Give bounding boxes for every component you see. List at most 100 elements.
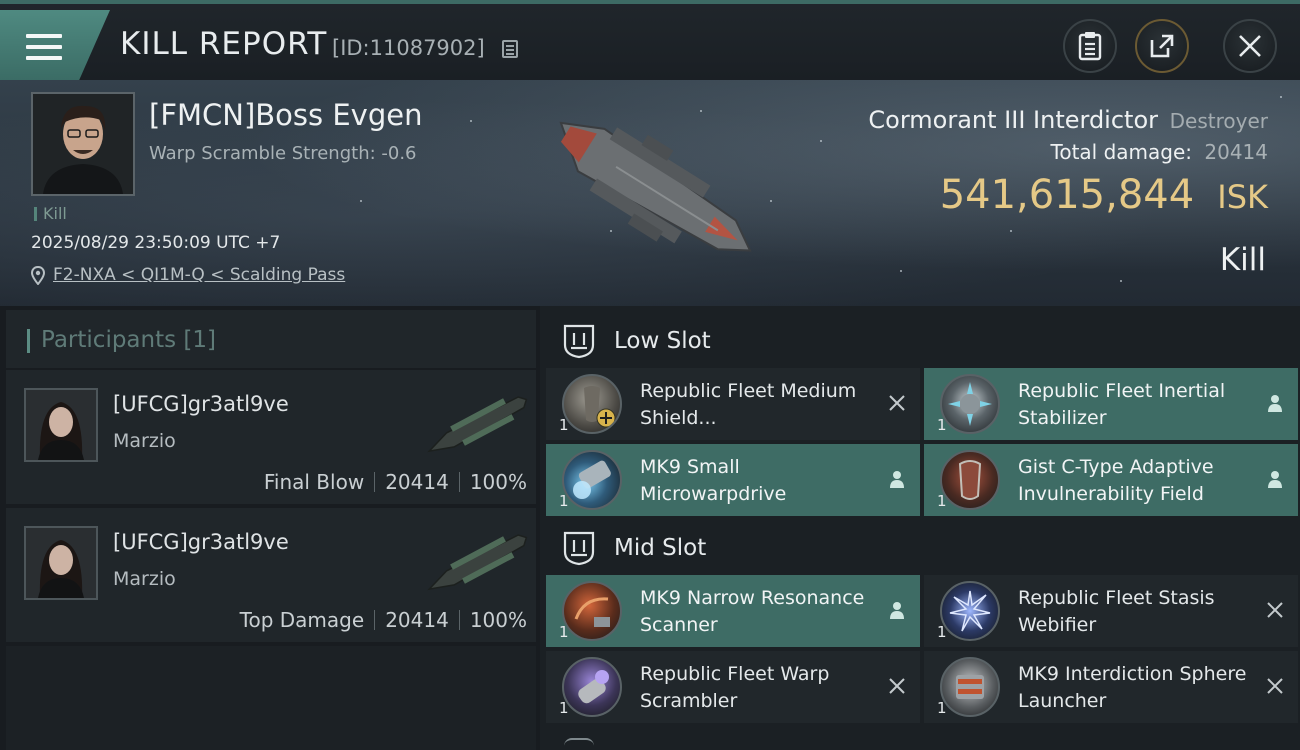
mid-slot-header: Mid Slot bbox=[546, 519, 1298, 577]
module-item[interactable]: 1 MK9 Small Microwarpdrive bbox=[546, 444, 920, 516]
participant-name: [UFCG]gr3atl9ve bbox=[113, 530, 289, 554]
participant-role: Final Blow bbox=[263, 470, 365, 494]
module-item[interactable]: 1 Gist C-Type Adaptive Invulnerability F… bbox=[924, 444, 1298, 516]
next-slot-header-peek bbox=[564, 738, 594, 750]
victim-summary: [FMCN]Boss Evgen Warp Scramble Strength:… bbox=[0, 80, 1300, 306]
destroyed-x-icon bbox=[886, 675, 908, 697]
isk-unit: ISK bbox=[1217, 178, 1268, 216]
participant-stats: Top Damage 20414 100% bbox=[240, 608, 527, 632]
module-quantity: 1 bbox=[559, 623, 569, 641]
module-item[interactable]: 1 MK9 Narrow Resonance Scanner bbox=[546, 575, 920, 647]
participant-card[interactable]: [UFCG]gr3atl9ve Marzio Final Blow 20414 10… bbox=[6, 370, 536, 504]
participant-role: Top Damage bbox=[239, 608, 365, 632]
participant-damage: 20414 bbox=[385, 470, 449, 494]
participant-ship-image bbox=[427, 396, 528, 453]
total-damage: Total damage: 20414 bbox=[1051, 140, 1268, 164]
dropped-person-icon bbox=[886, 468, 908, 490]
participants-empty-area bbox=[6, 646, 536, 750]
interdiction-sphere-launcher-icon bbox=[940, 657, 1000, 717]
destroyed-x-icon bbox=[1264, 599, 1286, 621]
victim-avatar[interactable] bbox=[31, 92, 135, 196]
module-name: Gist C-Type Adaptive Invulnerability Fie… bbox=[1018, 456, 1214, 505]
participants-header[interactable]: Participants [1] bbox=[6, 310, 536, 368]
copy-icon[interactable] bbox=[502, 40, 518, 58]
module-quantity: 1 bbox=[559, 492, 569, 510]
participants-panel: Participants [1] [UFCG]gr3atl9ve Marzio … bbox=[0, 306, 540, 750]
warp-scramble-strength: Warp Scramble Strength: -0.6 bbox=[149, 143, 417, 164]
clipboard-button[interactable] bbox=[1063, 19, 1117, 73]
isk-loss: 541,615,844 ISK bbox=[940, 172, 1268, 218]
microwarpdrive-icon bbox=[562, 450, 622, 510]
isk-value: 541,615,844 bbox=[939, 172, 1195, 218]
shield-extender-icon bbox=[562, 374, 622, 434]
module-name: Republic Fleet Inertial Stabilizer bbox=[1018, 380, 1226, 429]
destroyed-x-icon bbox=[1264, 675, 1286, 697]
location-link[interactable]: F2-NXA < QI1M-Q < Scalding Pass bbox=[31, 265, 345, 285]
participant-percent: 100% bbox=[469, 470, 527, 494]
stasis-webifier-icon bbox=[940, 581, 1000, 641]
kill-tag: Kill bbox=[34, 204, 67, 223]
participant-ship: Marzio bbox=[113, 568, 176, 590]
victim-ship-info: Cormorant III Interdictor Destroyer bbox=[868, 106, 1268, 134]
fitting-panel: Low Slot 1 Republic Fleet Medium Shield.… bbox=[540, 306, 1300, 750]
low-slot-icon bbox=[563, 324, 595, 359]
module-name: MK9 Interdiction Sphere Launcher bbox=[1018, 663, 1247, 712]
module-name: MK9 Narrow Resonance Scanner bbox=[640, 587, 865, 636]
participant-ship: Marzio bbox=[113, 430, 176, 452]
share-button[interactable] bbox=[1135, 19, 1189, 73]
victim-ship-image bbox=[559, 121, 752, 252]
module-quantity: 1 bbox=[559, 699, 569, 717]
warp-scrambler-icon bbox=[562, 657, 622, 717]
dropped-person-icon bbox=[886, 599, 908, 621]
location-pin-icon bbox=[31, 265, 45, 285]
result-label: Kill bbox=[1219, 242, 1266, 278]
module-quantity: 1 bbox=[937, 492, 947, 510]
victim-name: [FMCN]Boss Evgen bbox=[149, 98, 423, 132]
module-item[interactable]: 1 Republic Fleet Warp Scrambler bbox=[546, 651, 920, 723]
low-slot-header: Low Slot bbox=[546, 312, 1298, 370]
close-icon bbox=[1239, 35, 1261, 57]
mid-slot-icon bbox=[563, 531, 595, 566]
module-name: Republic Fleet Medium Shield... bbox=[640, 380, 857, 429]
participant-stats: Final Blow 20414 100% bbox=[264, 470, 527, 494]
participant-avatar[interactable] bbox=[24, 388, 98, 462]
participant-avatar[interactable] bbox=[24, 526, 98, 600]
module-item[interactable]: 1 MK9 Interdiction Sphere Launcher bbox=[924, 651, 1298, 723]
module-item[interactable]: 1 Republic Fleet Inertial Stabilizer bbox=[924, 368, 1298, 440]
close-button[interactable] bbox=[1223, 19, 1277, 73]
module-quantity: 1 bbox=[937, 699, 947, 717]
inertial-stabilizer-icon bbox=[940, 374, 1000, 434]
victim-ship-name: Cormorant III Interdictor bbox=[868, 106, 1158, 134]
report-id: [ID:11087902] bbox=[332, 36, 485, 60]
total-damage-value: 20414 bbox=[1204, 140, 1268, 164]
invulnerability-field-icon bbox=[940, 450, 1000, 510]
participant-percent: 100% bbox=[469, 608, 527, 632]
destroyed-x-icon bbox=[886, 392, 908, 414]
module-quantity: 1 bbox=[937, 416, 947, 434]
dropped-person-icon bbox=[1264, 468, 1286, 490]
share-export-icon bbox=[1150, 34, 1174, 58]
module-quantity: 1 bbox=[937, 623, 947, 641]
low-slot-title: Low Slot bbox=[614, 328, 711, 354]
module-name: MK9 Small Microwarpdrive bbox=[640, 456, 787, 505]
module-item[interactable]: 1 Republic Fleet Stasis Webifier bbox=[924, 575, 1298, 647]
module-name: Republic Fleet Stasis Webifier bbox=[1018, 587, 1215, 636]
participant-ship-image bbox=[427, 534, 528, 591]
page-title: KILL REPORT bbox=[120, 26, 328, 62]
dropped-person-icon bbox=[1264, 392, 1286, 414]
menu-button[interactable] bbox=[0, 10, 110, 80]
module-item[interactable]: 1 Republic Fleet Medium Shield... bbox=[546, 368, 920, 440]
participants-title: Participants [1] bbox=[41, 327, 216, 353]
victim-ship-class: Destroyer bbox=[1169, 109, 1268, 133]
participant-card[interactable]: [UFCG]gr3atl9ve Marzio Top Damage 20414 10… bbox=[6, 508, 536, 642]
module-name: Republic Fleet Warp Scrambler bbox=[640, 663, 830, 712]
clipboard-icon bbox=[1078, 32, 1102, 61]
resonance-scanner-icon bbox=[562, 581, 622, 641]
mid-slot-title: Mid Slot bbox=[614, 535, 707, 561]
location-text[interactable]: F2-NXA < QI1M-Q < Scalding Pass bbox=[53, 265, 345, 285]
total-damage-label: Total damage: bbox=[1050, 140, 1193, 164]
participant-damage: 20414 bbox=[385, 608, 449, 632]
hamburger-menu-icon[interactable] bbox=[26, 34, 62, 62]
kill-timestamp: 2025/08/29 23:50:09 UTC +7 bbox=[31, 233, 281, 253]
top-bar: KILL REPORT [ID:11087902] bbox=[0, 0, 1300, 80]
